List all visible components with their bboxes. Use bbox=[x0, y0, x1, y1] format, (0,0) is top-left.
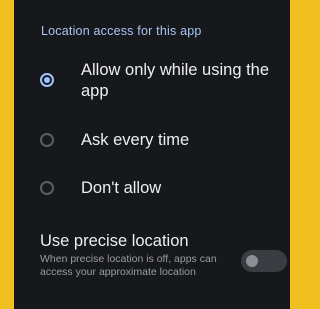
precise-location-row[interactable]: Use precise location When precise locati… bbox=[14, 228, 290, 298]
radio-unselected-icon[interactable] bbox=[40, 181, 54, 195]
option-label: Ask every time bbox=[81, 131, 190, 149]
option-ask-every-time[interactable]: Ask every time bbox=[14, 128, 290, 154]
radio-unselected-icon[interactable] bbox=[40, 133, 54, 147]
radio-selected-icon[interactable] bbox=[40, 73, 54, 87]
precise-location-description: When precise location is off, apps can a… bbox=[40, 253, 217, 278]
toggle-thumb bbox=[246, 255, 258, 267]
option-dont-allow[interactable]: Don't allow bbox=[14, 176, 290, 202]
option-label: Allow only while using the app bbox=[81, 61, 270, 100]
section-title: Location access for this app bbox=[41, 24, 202, 38]
option-label: Don't allow bbox=[81, 179, 162, 197]
permission-panel: Location access for this app Allow only … bbox=[14, 0, 290, 309]
option-allow-while-using[interactable]: Allow only while using the app bbox=[14, 60, 290, 104]
precise-location-title: Use precise location bbox=[40, 232, 189, 250]
precise-location-toggle[interactable] bbox=[241, 250, 287, 272]
